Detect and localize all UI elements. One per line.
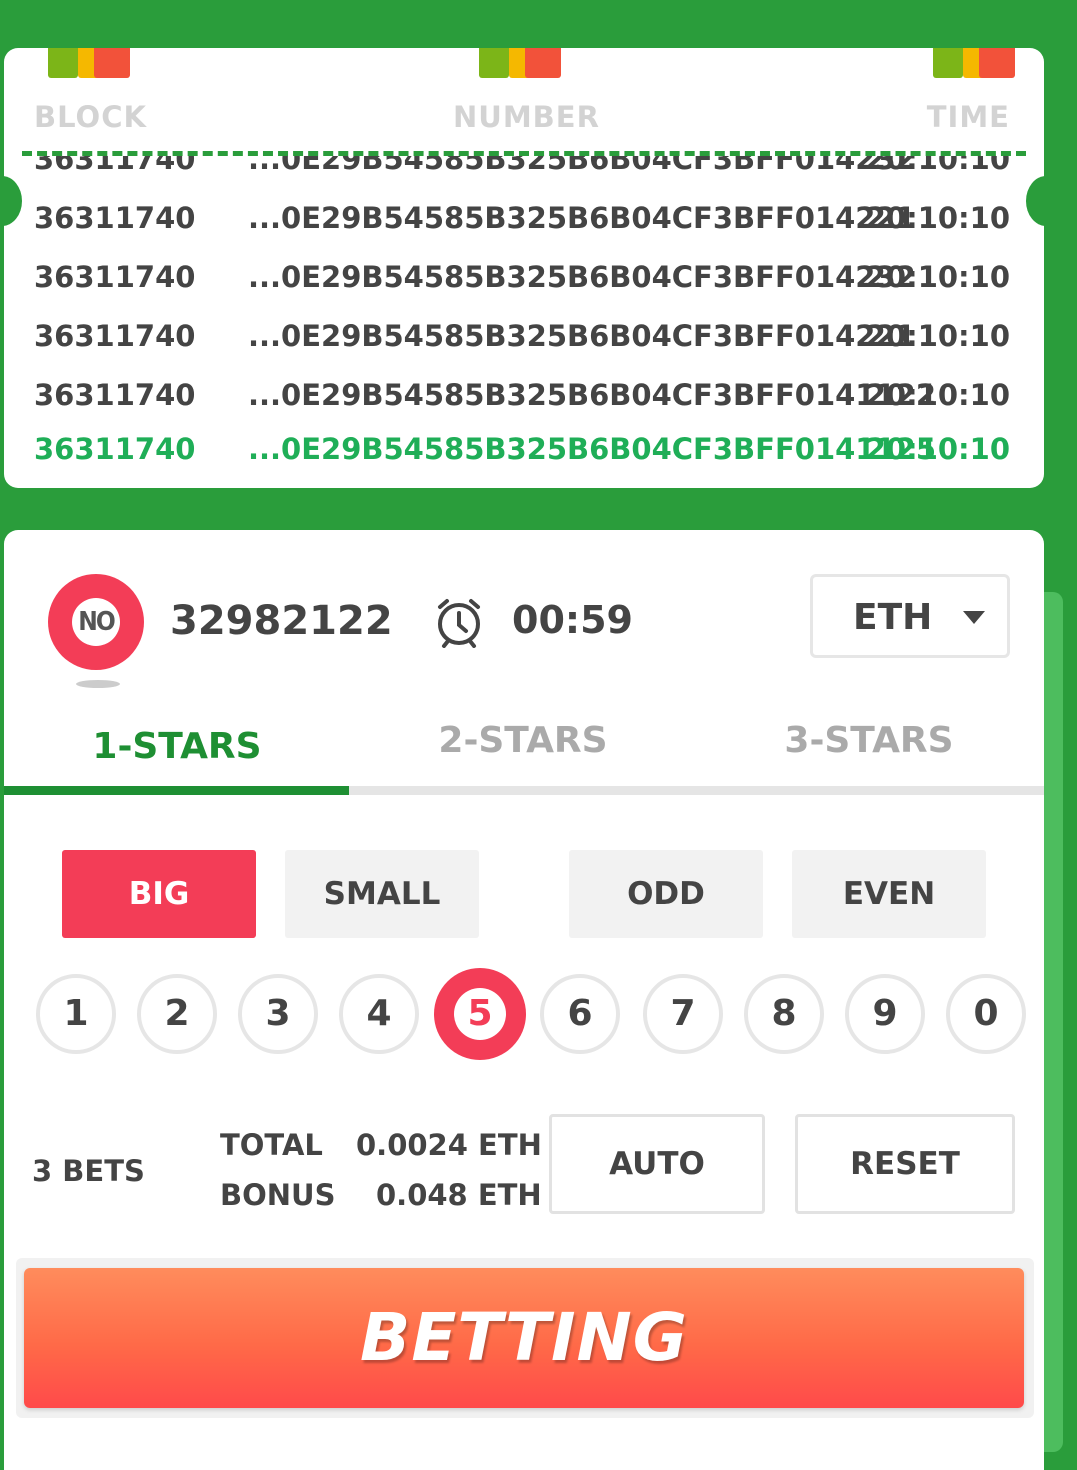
history-row: 36311740 ...0E29B54585B325B6B04CF3BFF014… bbox=[34, 156, 1010, 176]
option-even-button[interactable]: EVEN bbox=[792, 850, 986, 938]
digit-3-button[interactable]: 3 bbox=[238, 974, 318, 1054]
draw-number: 32982122 bbox=[170, 598, 393, 644]
round-badge-label: NO bbox=[72, 598, 120, 646]
perforation-divider bbox=[22, 151, 1026, 156]
option-small-button[interactable]: SMALL bbox=[285, 850, 479, 938]
digit-8-button[interactable]: 8 bbox=[744, 974, 824, 1054]
history-row: 36311740 ...0E29B54585B325B6B04CF3BFF014… bbox=[34, 260, 1010, 294]
column-header-number: NUMBER bbox=[453, 100, 600, 134]
tab-indicator bbox=[4, 786, 349, 795]
history-list[interactable]: 36311740 ...0E29B54585B325B6B04CF3BFF014… bbox=[4, 156, 1044, 488]
reset-button[interactable]: RESET bbox=[795, 1114, 1015, 1214]
betting-button-frame: BETTING bbox=[16, 1258, 1034, 1418]
tab-3-stars[interactable]: 3-STARS bbox=[696, 720, 1042, 761]
history-row: 36311740 ...0E29B54585B325B6B04CF3BFF014… bbox=[34, 319, 1010, 353]
tab-2-stars[interactable]: 2-STARS bbox=[350, 720, 696, 761]
round-badge: NO bbox=[48, 574, 144, 670]
currency-select[interactable]: ETH bbox=[810, 574, 1010, 658]
tab-indicator-track bbox=[4, 786, 1044, 795]
history-row: 36311740 ...0E29B54585B325B6B04CF3BFF014… bbox=[34, 201, 1010, 235]
digit-5-label: 5 bbox=[454, 988, 506, 1040]
column-header-block: BLOCK bbox=[34, 100, 147, 134]
digit-1-button[interactable]: 1 bbox=[36, 974, 116, 1054]
badge-shadow bbox=[76, 680, 120, 688]
digit-9-button[interactable]: 9 bbox=[845, 974, 925, 1054]
chevron-down-icon bbox=[963, 611, 985, 624]
bonus-value: 0.048 ETH bbox=[376, 1178, 542, 1212]
currency-value: ETH bbox=[853, 597, 933, 638]
column-header-time: TIME bbox=[926, 100, 1010, 134]
digit-2-button[interactable]: 2 bbox=[137, 974, 217, 1054]
digit-0-button[interactable]: 0 bbox=[946, 974, 1026, 1054]
bet-count: 3 BETS bbox=[32, 1154, 145, 1188]
tab-1-stars[interactable]: 1-STARS bbox=[4, 726, 350, 767]
option-odd-button[interactable]: ODD bbox=[569, 850, 763, 938]
betting-button[interactable]: BETTING bbox=[24, 1268, 1024, 1408]
digit-6-button[interactable]: 6 bbox=[540, 974, 620, 1054]
digit-4-button[interactable]: 4 bbox=[339, 974, 419, 1054]
betting-panel: NO 32982122 00:59 ETH 1-STARS 2-STARS 3-… bbox=[4, 530, 1044, 1470]
bonus-label: BONUS bbox=[220, 1178, 336, 1212]
digit-7-button[interactable]: 7 bbox=[643, 974, 723, 1054]
auto-button[interactable]: AUTO bbox=[549, 1114, 765, 1214]
alarm-clock-icon bbox=[438, 599, 480, 648]
total-value: 0.0024 ETH bbox=[356, 1128, 542, 1162]
digit-5-button[interactable]: 5 bbox=[434, 968, 526, 1060]
flag-icon bbox=[933, 48, 1015, 78]
draw-history-card: BLOCK NUMBER TIME 36311740 ...0E29B54585… bbox=[4, 48, 1044, 488]
countdown-timer: 00:59 bbox=[512, 598, 633, 642]
total-label: TOTAL bbox=[220, 1128, 323, 1162]
history-row: 36311740 ...0E29B54585B325B6B04CF3BFF014… bbox=[34, 378, 1010, 412]
option-big-button[interactable]: BIG bbox=[62, 850, 256, 938]
history-row-latest: 36311740 ...0E29B54585B325B6B04CF3BFF014… bbox=[34, 432, 1010, 466]
flag-icon bbox=[479, 48, 561, 78]
flag-icon bbox=[48, 48, 130, 78]
